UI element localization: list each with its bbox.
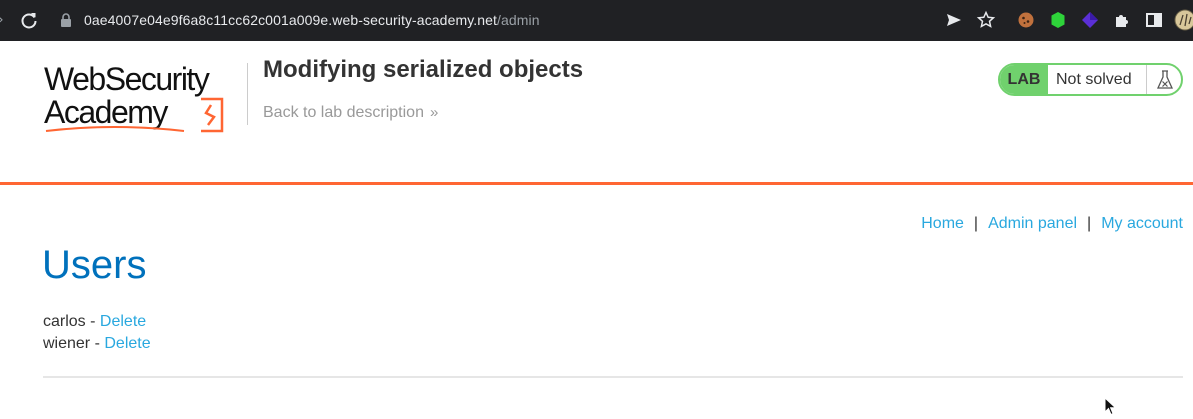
address-bar[interactable]: 0ae4007e04e9f6a8c11cc62c001a009e.web-sec… [84,12,540,28]
browser-toolbar: › 0ae4007e04e9f6a8c11cc62c001a009e.web-s… [0,0,1193,41]
back-to-lab-description-link[interactable]: Back to lab description » [263,104,438,122]
user-list: carlos - Delete wiener - Delete [43,311,151,355]
back-arrow-icon[interactable]: › [0,12,4,28]
profile-avatar[interactable] [1174,9,1193,31]
purple-extension-icon[interactable] [1080,10,1100,30]
puzzle-icon[interactable] [1112,10,1132,30]
lab-status-text: Not solved [1056,71,1132,88]
nav-separator: | [1087,215,1092,232]
url-path: /admin [497,12,540,28]
nav-admin-panel-link[interactable]: Admin panel [988,215,1077,232]
nav-my-account-link[interactable]: My account [1101,215,1183,232]
reload-icon[interactable] [18,9,40,31]
back-link-label: Back to lab description [263,104,424,121]
send-icon[interactable] [944,10,964,30]
lab-title: Modifying serialized objects [263,56,584,83]
delete-user-link[interactable]: Delete [104,335,150,352]
dash: - [85,313,100,330]
double-chevron-right-icon: » [429,104,439,121]
user-row: wiener - Delete [43,333,151,355]
lab-status-widget: LAB Not solved [998,63,1183,96]
web-security-academy-logo[interactable]: WebSecurity Academy [44,61,244,135]
cookie-extension-icon[interactable] [1016,10,1036,30]
lock-icon[interactable] [60,13,72,27]
green-extension-icon[interactable] [1048,10,1068,30]
page-title: Users [42,243,147,287]
mouse-cursor-icon [1104,397,1117,416]
dash: - [90,335,105,352]
content-divider [43,376,1183,378]
header-accent-rule [0,182,1193,185]
lab-header: WebSecurity Academy Modifying serialized… [0,41,1193,184]
url-host: 0ae4007e04e9f6a8c11cc62c001a009e.web-sec… [84,12,498,28]
flask-icon [1156,70,1174,89]
nav-home-link[interactable]: Home [921,215,964,232]
user-row: carlos - Delete [43,311,151,333]
logo-divider [247,63,248,125]
account-navigation: Home | Admin panel | My account [921,215,1183,233]
delete-user-link[interactable]: Delete [100,313,146,330]
star-icon[interactable] [976,10,996,30]
lab-badge: LAB [1000,65,1048,94]
sidebar-icon[interactable] [1144,10,1164,30]
lab-flask-button[interactable] [1146,65,1181,94]
logo-mark-icon [45,97,224,133]
username: carlos [43,313,86,330]
username: wiener [43,335,91,352]
nav-separator: | [973,215,979,232]
